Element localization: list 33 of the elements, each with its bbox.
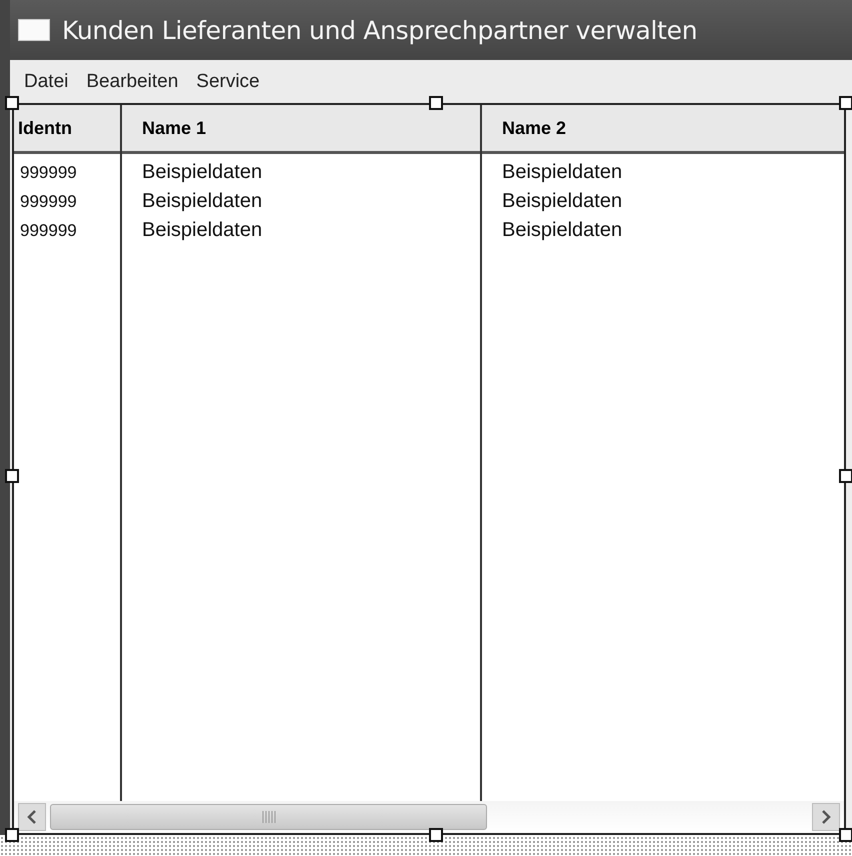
- table-cell-text: Beispieldaten: [141, 160, 264, 185]
- resize-handle[interactable]: [429, 828, 443, 842]
- column-header[interactable]: Identn: [14, 105, 120, 154]
- resize-handle[interactable]: [429, 96, 443, 110]
- resize-handle[interactable]: [5, 469, 19, 483]
- resize-handle[interactable]: [5, 96, 19, 110]
- table-cell-text: Beispieldaten: [501, 160, 624, 185]
- window-title: Kunden Lieferanten und Ansprechpartner verwalten: [62, 16, 698, 44]
- horizontal-scrollbar[interactable]: [14, 801, 844, 833]
- table-cell-text: Beispieldaten: [141, 218, 264, 243]
- scroll-thumb[interactable]: [50, 804, 487, 830]
- menu-item[interactable]: Datei: [24, 70, 68, 92]
- scroll-left-button[interactable]: [18, 803, 46, 831]
- chevron-right-icon: [820, 810, 832, 824]
- chevron-left-icon: [26, 810, 38, 824]
- table-cell-text: Beispieldaten: [501, 218, 624, 243]
- table-cell-text: 999999: [19, 162, 78, 184]
- scroll-right-button[interactable]: [812, 803, 840, 831]
- menu-item[interactable]: Service: [196, 70, 260, 92]
- resize-handle[interactable]: [5, 828, 19, 842]
- table-cell-text: Beispieldaten: [141, 189, 264, 214]
- grip-icon: [262, 811, 276, 823]
- table-cell-text: Beispieldaten: [501, 189, 624, 214]
- menu-item[interactable]: Bearbeiten: [86, 70, 178, 92]
- table-cell-text: 999999: [19, 191, 78, 213]
- resize-handle[interactable]: [839, 469, 852, 483]
- column-header[interactable]: Name 2: [482, 105, 844, 154]
- resize-handle[interactable]: [839, 96, 852, 110]
- column-header[interactable]: Name 1: [122, 105, 480, 154]
- window-icon: [18, 19, 50, 41]
- resize-handle[interactable]: [839, 828, 852, 842]
- table-cell-text: 999999: [19, 220, 78, 242]
- data-grid[interactable]: Identn 999999 999999 999999 Name 1 Beispieldaten Beispieldaten Beispieldaten Name 2 Beispieldaten Beispieldaten Beispieldaten: [12, 103, 846, 835]
